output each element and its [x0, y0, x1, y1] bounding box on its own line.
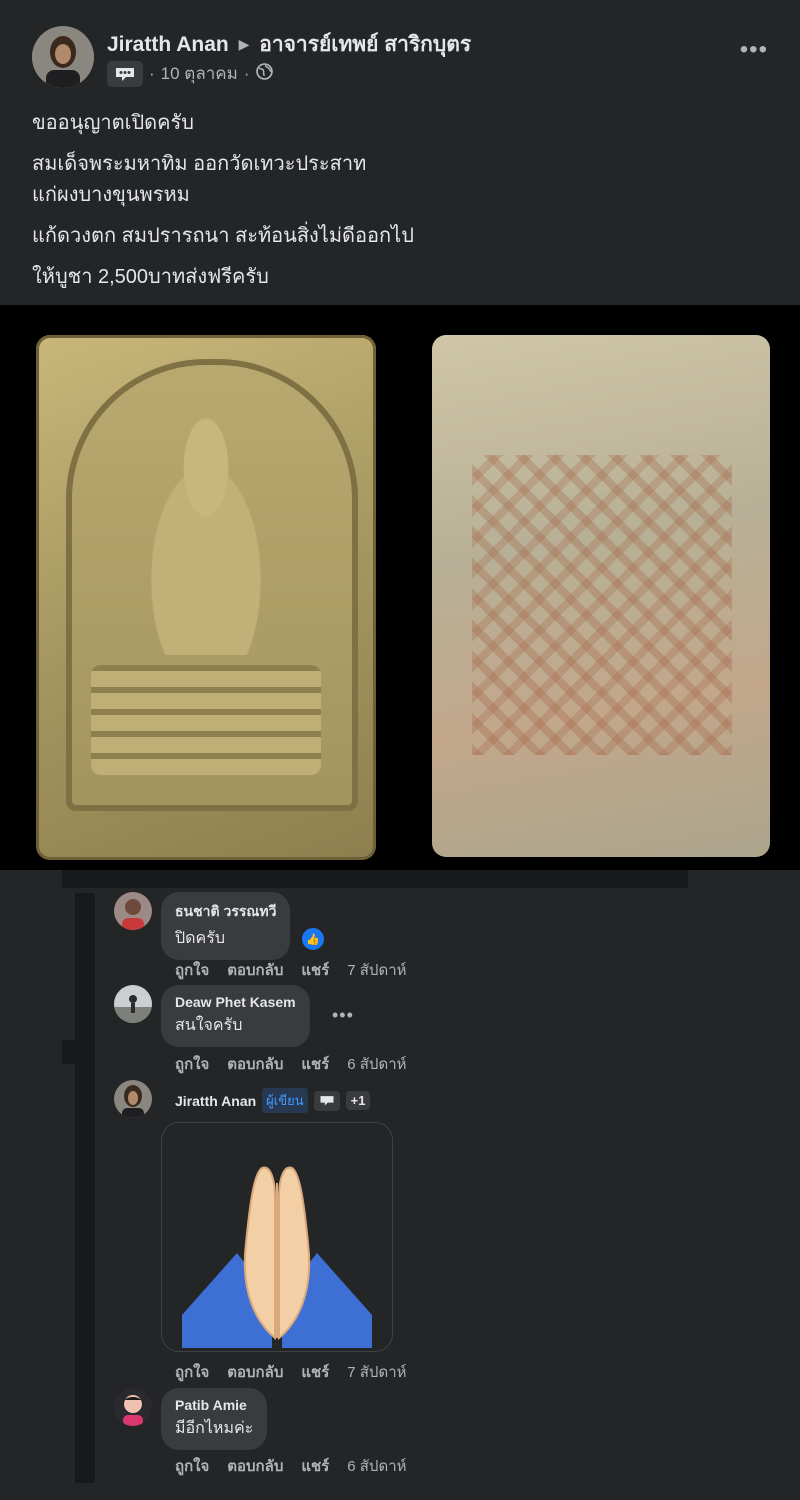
comment-actions: ถูกใจ ตอบกลับ แชร์ 6 สัปดาห์: [175, 1052, 407, 1076]
post-line: สมเด็จพระมหาทิม ออกวัดเทวะประสาท: [32, 153, 367, 175]
like-link[interactable]: ถูกใจ: [175, 958, 209, 982]
post-line: ขออนุญาตเปิดครับ: [32, 112, 194, 134]
caret-right-icon: ▶: [238, 36, 250, 52]
comment-actions: ถูกใจ ตอบกลับ แชร์ 6 สัปดาห์: [175, 1454, 407, 1478]
post-more-button[interactable]: •••: [740, 36, 768, 64]
group-badge-icon: [107, 60, 143, 87]
author-avatar[interactable]: [32, 26, 94, 88]
commenter-avatar[interactable]: [114, 1080, 152, 1118]
commenter-name[interactable]: Patib Amie: [175, 1397, 253, 1413]
comment-actions: ถูกใจ ตอบกลับ แชร์ 7 สัปดาห์: [175, 1360, 407, 1384]
post-meta: · 10 ตุลาคม ·: [107, 60, 273, 87]
share-link[interactable]: แชร์: [301, 1360, 329, 1384]
comment-text: สนใจครับ: [175, 1017, 243, 1034]
comment-time[interactable]: 6 สัปดาห์: [347, 1052, 406, 1076]
comment-text: ปิดครับ: [175, 930, 225, 947]
comment-more-button[interactable]: •••: [332, 1005, 354, 1026]
comment-time[interactable]: 7 สัปดาห์: [347, 1360, 406, 1384]
post-line: ให้บูชา 2,500บาทส่งฟรีครับ: [32, 266, 269, 288]
amulet-front-image: [36, 335, 376, 860]
comment-bubble: ธนชาติ วรรณทวี ปิดครับ: [161, 892, 291, 960]
like-link[interactable]: ถูกใจ: [175, 1454, 209, 1478]
author-name[interactable]: Jiratth Anan: [107, 33, 229, 56]
post-line: แก่ผงบางขุนพรหม: [32, 184, 190, 206]
like-link[interactable]: ถูกใจ: [175, 1052, 209, 1076]
commenter-name[interactable]: Deaw Phet Kasem: [175, 994, 296, 1010]
reply-link[interactable]: ตอบกลับ: [227, 1052, 283, 1076]
badge-count: +1: [345, 1091, 371, 1110]
share-link[interactable]: แชร์: [301, 958, 329, 982]
comment-bubble: Patib Amie มีอีกไหมค่ะ: [161, 1388, 268, 1450]
meta-separator: ·: [149, 63, 155, 83]
share-link[interactable]: แชร์: [301, 1052, 329, 1076]
divider: [62, 870, 688, 888]
thread-connector: [62, 1040, 76, 1064]
reply-link[interactable]: ตอบกลับ: [227, 1454, 283, 1478]
post-body: ขออนุญาตเปิดครับ สมเด็จพระมหาทิม ออกวัดเ…: [32, 108, 414, 303]
post-line: แก้ดวงตก สมปรารถนา สะท้อนสิ่งไม่ดีออกไป: [32, 225, 414, 247]
comment-header: Jiratth Anan ผู้เขียน +1: [175, 1088, 371, 1113]
globe-icon: [255, 62, 273, 85]
post-header: Jiratth Anan ▶ อาจารย์เทพย์ สาริกบุตร: [107, 28, 471, 61]
comment-time[interactable]: 7 สัปดาห์: [347, 958, 406, 982]
comment-time[interactable]: 6 สัปดาห์: [347, 1454, 406, 1478]
commenter-avatar[interactable]: [114, 1388, 152, 1426]
commenter-avatar[interactable]: [114, 985, 152, 1023]
author-tag: ผู้เขียน: [262, 1088, 308, 1113]
post-card: Jiratth Anan ▶ อาจารย์เทพย์ สาริกบุตร · …: [0, 0, 800, 890]
post-date[interactable]: 10 ตุลาคม: [161, 60, 238, 87]
sticker-praying-hands[interactable]: [161, 1122, 393, 1352]
commenter-name[interactable]: ธนชาติ วรรณทวี: [175, 901, 276, 923]
comment-text: มีอีกไหมค่ะ: [175, 1420, 254, 1437]
commenter-avatar[interactable]: [114, 892, 152, 930]
target-page-name[interactable]: อาจารย์เทพย์ สาริกบุตร: [259, 33, 471, 56]
like-reaction-icon[interactable]: 👍: [300, 926, 326, 952]
commenter-name[interactable]: Jiratth Anan: [175, 1093, 256, 1109]
reply-link[interactable]: ตอบกลับ: [227, 958, 283, 982]
comment-actions: ถูกใจ ตอบกลับ แชร์ 7 สัปดาห์: [175, 958, 407, 982]
thread-line: [75, 893, 95, 1483]
like-link[interactable]: ถูกใจ: [175, 1360, 209, 1384]
share-link[interactable]: แชร์: [301, 1454, 329, 1478]
comment-bubble: Deaw Phet Kasem สนใจครับ: [161, 985, 310, 1047]
amulet-back-image: [432, 335, 770, 857]
group-badge-icon: [313, 1090, 340, 1111]
post-photo[interactable]: [0, 305, 800, 870]
reply-link[interactable]: ตอบกลับ: [227, 1360, 283, 1384]
meta-separator: ·: [243, 63, 250, 83]
